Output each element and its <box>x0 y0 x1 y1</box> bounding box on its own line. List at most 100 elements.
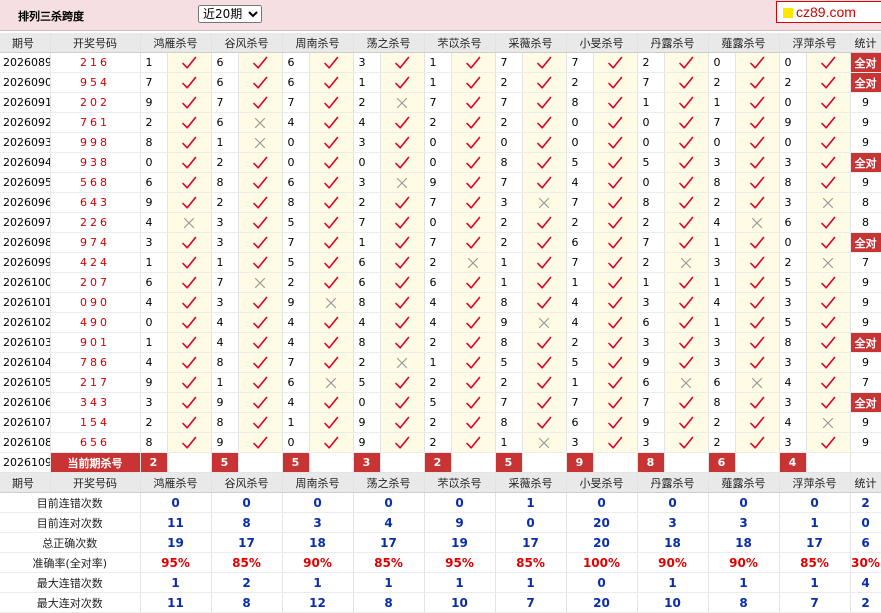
header-expert: 小旻杀号 <box>566 33 638 53</box>
kill-number: 6 <box>353 272 381 293</box>
kill-number: 7 <box>424 192 452 213</box>
summary-value: 10 <box>637 592 709 613</box>
header-period: 期号 <box>0 472 51 493</box>
check-icon <box>451 72 496 93</box>
kill-number: 6 <box>282 172 310 193</box>
check-icon <box>664 152 709 173</box>
check-icon <box>664 52 709 73</box>
header-expert: 薤露杀号 <box>708 33 780 53</box>
check-icon <box>735 152 780 173</box>
check-icon <box>309 52 354 73</box>
summary-value: 1 <box>424 572 496 593</box>
stat-cell: 9 <box>850 172 881 193</box>
kill-number: 3 <box>779 432 807 453</box>
kill-number: 4 <box>282 332 310 353</box>
kill-number: 2 <box>424 432 452 453</box>
kill-number: 4 <box>566 312 594 333</box>
period-range-select[interactable]: 近20期 <box>198 5 262 23</box>
stat-cell: 7 <box>850 252 881 273</box>
check-icon <box>167 152 212 173</box>
summary-value: 8 <box>708 592 780 613</box>
table-row: 2026093 998 8 1 0 3 0 0 0 0 0 0 9 <box>0 132 881 153</box>
check-icon <box>664 392 709 413</box>
check-icon <box>664 412 709 433</box>
kill-number: 1 <box>424 72 452 93</box>
summary-value: 18 <box>282 532 354 553</box>
check-icon <box>593 352 638 373</box>
check-icon <box>309 112 354 133</box>
kill-number: 1 <box>495 272 523 293</box>
header-expert: 丹露杀号 <box>637 33 709 53</box>
kill-number: 4 <box>708 212 736 233</box>
stat-cell: 9 <box>850 412 881 433</box>
blank-cell <box>735 452 780 473</box>
all-correct-badge: 全对 <box>850 152 881 173</box>
check-icon <box>167 272 212 293</box>
check-icon <box>806 432 851 453</box>
summary-value: 0 <box>566 492 638 513</box>
kill-number: 8 <box>495 332 523 353</box>
check-icon <box>806 332 851 353</box>
site-logo[interactable]: cz89.com <box>776 1 881 23</box>
header-expert: 浮萍杀号 <box>779 472 851 493</box>
header-period: 期号 <box>0 33 51 53</box>
period-cell: 2026090 <box>0 72 51 93</box>
stat-cell: 9 <box>850 132 881 153</box>
check-icon <box>522 112 567 133</box>
cross-icon <box>806 192 851 213</box>
kill-number: 3 <box>779 392 807 413</box>
summary-label: 目前连错次数 <box>0 492 141 513</box>
summary-label: 总正确次数 <box>0 532 141 553</box>
period-cell: 2026095 <box>0 172 51 193</box>
summary-value: 0 <box>495 512 567 533</box>
cross-icon <box>522 312 567 333</box>
kill-number: 8 <box>140 132 168 153</box>
check-icon <box>167 52 212 73</box>
period-cell: 2026107 <box>0 412 51 433</box>
stat-cell: 8 <box>850 212 881 233</box>
kill-number: 1 <box>140 52 168 73</box>
check-icon <box>593 172 638 193</box>
check-icon <box>664 352 709 373</box>
header-expert: 周南杀号 <box>282 472 354 493</box>
check-icon <box>593 212 638 233</box>
kill-number: 2 <box>424 372 452 393</box>
period-cell: 2026108 <box>0 432 51 453</box>
check-icon <box>380 252 425 273</box>
summary-value: 1 <box>495 492 567 513</box>
summary-stat: 2 <box>850 592 881 613</box>
kill-number: 4 <box>140 352 168 373</box>
current-kill-number: 5 <box>495 452 523 473</box>
kill-number: 6 <box>282 52 310 73</box>
check-icon <box>735 52 780 73</box>
check-icon <box>593 272 638 293</box>
kill-number: 7 <box>566 392 594 413</box>
kill-number: 0 <box>779 92 807 113</box>
logo-text: cz89.com <box>796 4 856 20</box>
logo-square-icon <box>783 8 793 18</box>
summary-value: 1 <box>708 572 780 593</box>
check-icon <box>806 52 851 73</box>
summary-value: 85% <box>211 552 283 573</box>
summary-row: 总正确次数 19 17 18 17 19 17 20 18 18 17 6 <box>0 532 881 553</box>
check-icon <box>167 292 212 313</box>
header-expert: 谷风杀号 <box>211 33 283 53</box>
kill-number: 2 <box>424 112 452 133</box>
current-kill-number: 9 <box>566 452 594 473</box>
kill-number: 6 <box>211 72 239 93</box>
check-icon <box>522 172 567 193</box>
check-icon <box>806 152 851 173</box>
check-icon <box>593 152 638 173</box>
kill-number: 3 <box>637 432 665 453</box>
stat-cell: 9 <box>850 432 881 453</box>
table-row: 2026105 217 9 1 6 5 2 2 1 6 6 4 7 <box>0 372 881 393</box>
table-row: 2026103 901 1 4 4 8 2 8 2 3 3 8 全对 <box>0 332 881 353</box>
check-icon <box>238 72 283 93</box>
kill-number: 9 <box>353 412 381 433</box>
kill-number: 0 <box>424 212 452 233</box>
current-kill-number: 3 <box>353 452 381 473</box>
check-icon <box>167 172 212 193</box>
blank-cell <box>380 452 425 473</box>
kill-number: 6 <box>637 312 665 333</box>
kill-number: 3 <box>708 332 736 353</box>
